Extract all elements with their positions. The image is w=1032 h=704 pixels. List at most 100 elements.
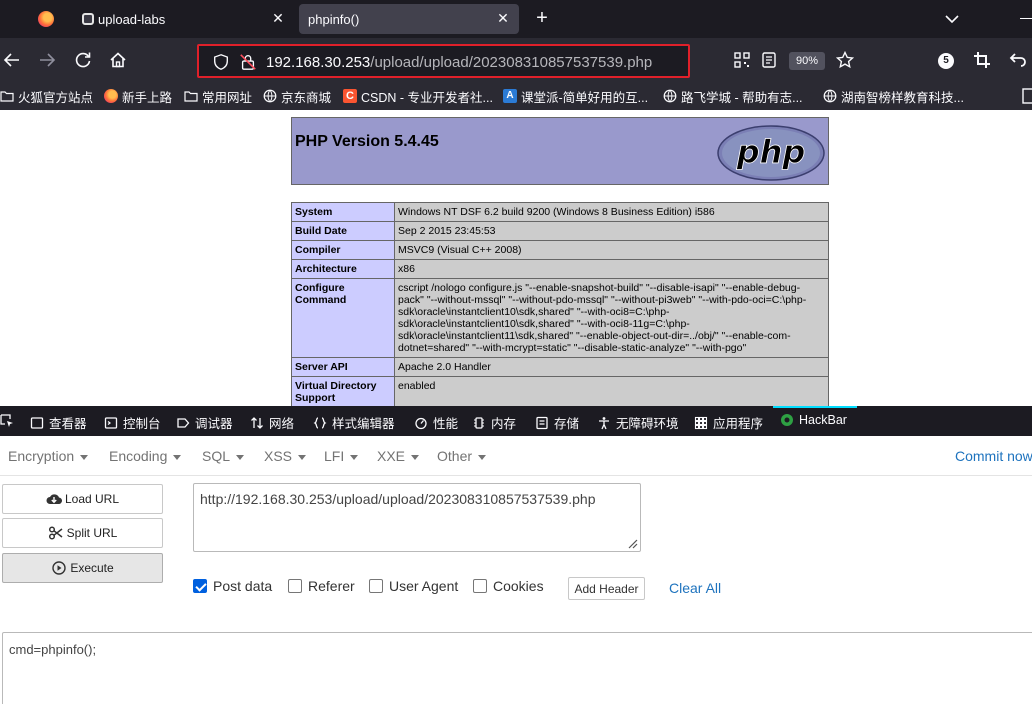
shield-icon[interactable]: [212, 53, 230, 71]
play-circle-icon: [52, 561, 67, 575]
devtools-tab-storage[interactable]: 存储: [535, 413, 579, 432]
hackbar-menu: Encryption Encoding SQL XSS LFI XXE Other Comm…: [0, 436, 1032, 476]
menu-label: XSS: [264, 448, 293, 464]
bookmark-item[interactable]: 火狐官方站点: [0, 87, 93, 105]
tab-label: phpinfo(): [308, 11, 360, 27]
devtools-tab-label: 查看器: [49, 417, 87, 431]
devtools-tab-accessibility[interactable]: 无障碍环境: [597, 413, 679, 432]
globe-icon: [823, 89, 837, 103]
menu-label: XXE: [377, 448, 406, 464]
zoom-level-badge[interactable]: 90%: [789, 52, 825, 70]
close-tab-icon[interactable]: ✕: [270, 10, 286, 26]
menu-xxe[interactable]: XXE: [377, 448, 420, 464]
inspector-icon: [30, 416, 44, 429]
storage-icon: [536, 416, 548, 429]
devtools-tab-console[interactable]: 控制台: [104, 413, 161, 432]
console-icon: [104, 416, 118, 429]
bookmark-item[interactable]: 湖南智榜样教育科技...: [823, 87, 964, 105]
address-bar[interactable]: 192.168.30.253/upload/upload/20230831085…: [197, 44, 690, 78]
bookmark-item[interactable]: 京东商城: [263, 87, 331, 105]
clear-all-link[interactable]: Clear All: [669, 580, 721, 596]
menu-xss[interactable]: XSS: [264, 448, 307, 464]
url-textarea-value: http://192.168.30.253/upload/upload/2023…: [200, 491, 596, 507]
debugger-icon: [177, 417, 190, 428]
option-label: Cookies: [493, 578, 544, 594]
forward-icon[interactable]: [37, 50, 57, 70]
undo-icon[interactable]: [1008, 50, 1028, 70]
folder-icon: [184, 91, 198, 102]
bookmark-label: 湖南智榜样教育科技...: [841, 90, 964, 105]
caret-down-icon: [236, 454, 245, 460]
minimize-window-icon[interactable]: [1020, 18, 1032, 19]
page-viewport: PHP Version 5.4.45 php System Windows NT …: [0, 110, 1032, 406]
bookmark-item[interactable]: 新手上路: [104, 87, 172, 105]
tab-upload-labs[interactable]: upload-labs ✕: [72, 4, 294, 34]
bookmark-label: CSDN - 专业开发者社...: [361, 90, 493, 105]
cookies-checkbox[interactable]: Cookies: [473, 578, 544, 594]
reload-icon[interactable]: [73, 50, 93, 70]
firefox-icon: [104, 89, 118, 103]
menu-lfi[interactable]: LFI: [324, 448, 359, 464]
phpinfo-key: Build Date: [291, 221, 395, 241]
devtools-tab-network[interactable]: 网络: [250, 413, 294, 432]
devtools-tab-memory[interactable]: 内存: [472, 413, 516, 432]
bookmark-item[interactable]: A 课堂派-简单好用的互...: [503, 87, 648, 105]
qr-code-icon[interactable]: [732, 50, 752, 70]
close-tab-icon[interactable]: ✕: [495, 10, 511, 26]
menu-encoding[interactable]: Encoding: [109, 448, 182, 464]
url-textarea[interactable]: http://192.168.30.253/upload/upload/2023…: [193, 483, 641, 552]
devtools-tab-label: 网络: [269, 417, 295, 431]
new-tab-icon[interactable]: +: [532, 8, 552, 28]
menu-other[interactable]: Other: [437, 448, 487, 464]
phpinfo-header: PHP Version 5.4.45 php: [291, 117, 829, 185]
pick-element-icon[interactable]: [0, 414, 14, 428]
firefox-menu-icon[interactable]: [38, 11, 54, 27]
post-data-checkbox[interactable]: Post data: [193, 578, 272, 594]
phpinfo-row: Virtual Directory Support enabled: [291, 376, 829, 406]
devtools-tab-hackbar[interactable]: HackBar: [780, 413, 847, 427]
reader-view-icon[interactable]: [759, 50, 779, 70]
insecure-lock-icon[interactable]: [239, 53, 257, 71]
phpinfo-value: Windows NT DSF 6.2 build 9200 (Windows 8…: [394, 202, 829, 222]
url-path: /upload/upload/202308310857537539.php: [370, 54, 653, 71]
bookmark-item[interactable]: C CSDN - 专业开发者社...: [343, 87, 493, 105]
devtools-tab-style-editor[interactable]: 样式编辑器: [313, 413, 395, 432]
user-agent-checkbox[interactable]: User Agent: [369, 578, 458, 594]
memory-icon: [474, 416, 484, 429]
phpinfo-table: System Windows NT DSF 6.2 build 9200 (Win…: [291, 202, 829, 406]
php-logo[interactable]: php: [716, 124, 826, 182]
phpinfo-key: Configure Command: [291, 278, 395, 358]
post-data-textarea[interactable]: cmd=phpinfo();: [2, 632, 1032, 704]
execute-button[interactable]: Execute: [2, 553, 163, 583]
devtools-tab-debugger[interactable]: 调试器: [176, 413, 233, 432]
other-bookmarks-icon[interactable]: [1022, 88, 1032, 104]
bookmark-label: 京东商城: [281, 90, 332, 105]
bookmark-item[interactable]: 路飞学城 - 帮助有志...: [663, 87, 803, 105]
phpinfo-key: Virtual Directory Support: [291, 376, 395, 406]
home-icon[interactable]: [108, 50, 128, 70]
load-url-label: Load URL: [64, 492, 120, 506]
caret-down-icon: [411, 454, 420, 460]
execute-label: Execute: [70, 561, 114, 575]
phpinfo-value: enabled: [394, 376, 829, 406]
menu-encryption[interactable]: Encryption: [8, 448, 89, 464]
caret-down-icon: [80, 454, 89, 460]
load-url-button[interactable]: Load URL: [2, 484, 163, 514]
resize-grip-icon[interactable]: [626, 537, 638, 549]
referer-checkbox[interactable]: Referer: [288, 578, 355, 594]
devtools-tab-application[interactable]: 应用程序: [694, 413, 763, 432]
bookmark-label: 新手上路: [122, 90, 173, 105]
screenshot-crop-icon[interactable]: [972, 50, 992, 70]
devtools-tab-inspector[interactable]: 查看器: [30, 413, 87, 432]
add-header-button[interactable]: Add Header: [568, 577, 645, 600]
commit-now-link[interactable]: Commit now: [955, 448, 1032, 464]
bookmark-item[interactable]: 常用网址: [184, 87, 252, 105]
menu-sql[interactable]: SQL: [202, 448, 245, 464]
devtools-tab-performance[interactable]: 性能: [414, 413, 458, 432]
split-url-button[interactable]: Split URL: [2, 518, 163, 548]
back-icon[interactable]: [2, 50, 22, 70]
tab-phpinfo[interactable]: phpinfo() ✕: [299, 4, 519, 34]
list-all-tabs-icon[interactable]: [942, 9, 962, 29]
bookmark-star-icon[interactable]: [835, 50, 855, 70]
extension-badge[interactable]: 5: [938, 53, 954, 69]
